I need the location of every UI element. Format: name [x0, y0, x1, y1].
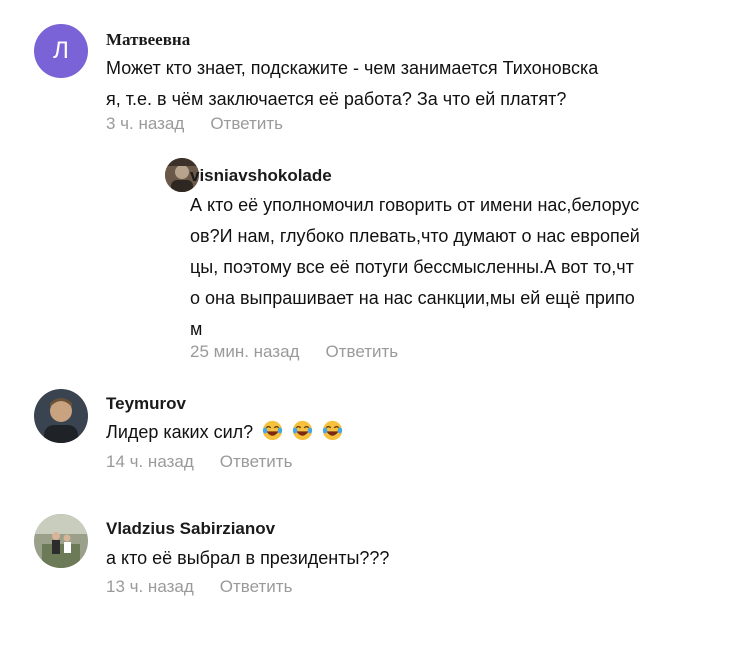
comment-4: Vladzius Sabirzianov а кто её выбрал в п…	[0, 505, 732, 615]
comment-text-content: Лидер каких сил?	[106, 422, 254, 442]
timestamp: 14 ч. назад	[106, 452, 194, 471]
timestamp: 25 мин. назад	[190, 342, 300, 361]
laughing-face-emoji-icon	[288, 420, 318, 442]
comment-meta: 25 мин. назад Ответить	[190, 342, 398, 362]
laughing-face-emoji-icon	[258, 420, 288, 442]
comment-text-line: ов?И нам, глубоко плевать,что думают о н…	[190, 226, 640, 246]
comment-text-line: я, т.е. в чём заключается её работа? За …	[106, 89, 567, 109]
comment-meta: 3 ч. назад Ответить	[106, 114, 283, 134]
comment-text: а кто её выбрал в президенты???	[106, 543, 389, 574]
timestamp: 13 ч. назад	[106, 577, 194, 596]
comment-3: Teymurov Лидер каких сил? 14 ч. назад От…	[0, 380, 732, 480]
avatar-image	[34, 389, 88, 443]
reply-button[interactable]: Ответить	[220, 452, 293, 471]
reply-button[interactable]: Ответить	[210, 114, 283, 133]
laughing-face-emoji-icon	[318, 420, 343, 442]
comment-text: Лидер каких сил?	[106, 417, 343, 448]
comment-text: А кто её уполномочил говорить от имени н…	[190, 190, 640, 345]
comment-2-reply: visniavshokolade А кто её уполномочил го…	[0, 150, 732, 370]
comment-text: Может кто знает, подскажите - чем занима…	[106, 53, 598, 115]
comment-meta: 13 ч. назад Ответить	[106, 577, 292, 597]
comment-author[interactable]: visniavshokolade	[190, 166, 332, 186]
reply-button[interactable]: Ответить	[220, 577, 293, 596]
avatar-letter: Л	[53, 37, 69, 64]
comment-text-line: Может кто знает, подскажите - чем занима…	[106, 58, 599, 78]
reply-button[interactable]: Ответить	[325, 342, 398, 361]
avatar[interactable]: Л	[34, 24, 88, 78]
avatar[interactable]	[34, 389, 88, 443]
comment-text-line: цы, поэтому все её потуги бессмысленны.А…	[190, 257, 634, 277]
comment-1: Л Матвеевна Может кто знает, подскажите …	[0, 0, 732, 140]
timestamp: 3 ч. назад	[106, 114, 185, 133]
comment-author[interactable]: Teymurov	[106, 394, 186, 414]
comment-text-line: м	[190, 319, 203, 339]
avatar-image	[34, 514, 88, 568]
comment-text-line: о она выпрашивает на нас санкции,мы ей е…	[190, 288, 635, 308]
comment-author[interactable]: Vladzius Sabirzianov	[106, 519, 275, 539]
avatar[interactable]	[34, 514, 88, 568]
comment-text-line: А кто её уполномочил говорить от имени н…	[190, 195, 640, 215]
comment-author[interactable]: Матвеевна	[106, 30, 190, 50]
comment-meta: 14 ч. назад Ответить	[106, 452, 292, 472]
comment-text-content: а кто её выбрал в президенты???	[106, 548, 390, 568]
